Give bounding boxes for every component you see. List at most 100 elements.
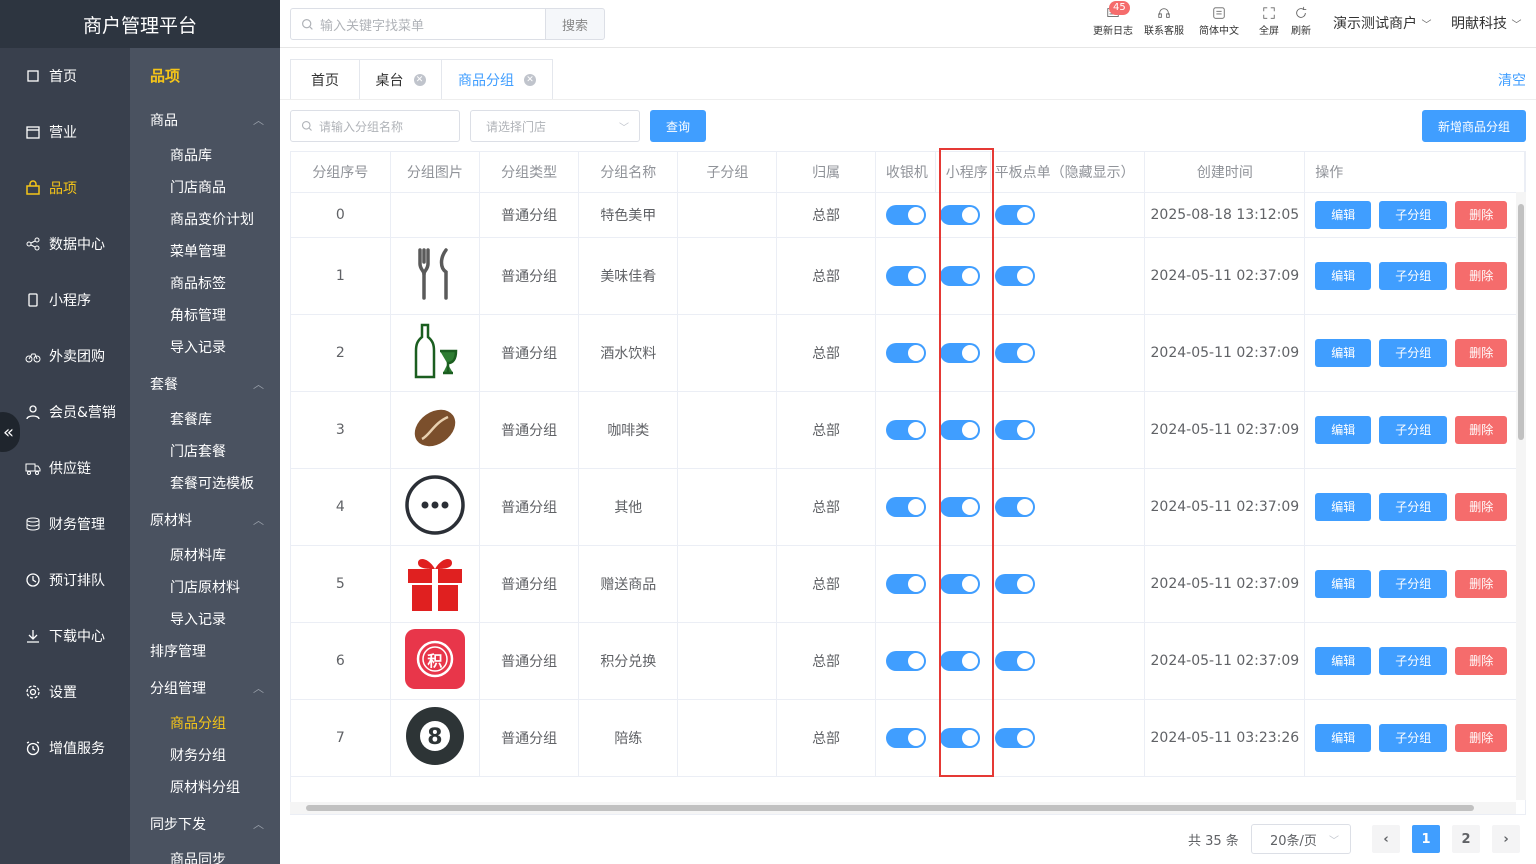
miniprogram-toggle[interactable] [940,573,981,594]
nav-item-10[interactable]: 下载中心 [0,608,130,664]
sub-link-2-0[interactable]: 原材料库 [170,545,226,565]
delete-button[interactable]: 删除 [1455,338,1508,367]
pos-toggle[interactable] [885,204,926,225]
sub-link-1-1[interactable]: 门店套餐 [170,441,226,461]
sub-link-0-1[interactable]: 门店商品 [170,177,226,197]
add-group-button[interactable]: 新增商品分组 [1422,110,1526,142]
tab-2[interactable]: 商品分组 ✕ [441,59,553,99]
delete-button[interactable]: 删除 [1455,569,1508,598]
next-page-button[interactable]: › [1492,825,1520,853]
edit-button[interactable]: 编辑 [1315,261,1372,290]
sub-group-0[interactable]: 商品 ︿ [150,110,270,130]
sub-link-4-2[interactable]: 原材料分组 [170,777,240,797]
miniprogram-toggle[interactable] [940,419,981,440]
sub-group-button[interactable]: 子分组 [1379,415,1448,444]
sub-link-1-2[interactable]: 套餐可选模板 [170,473,254,493]
sub-link-0-3[interactable]: 菜单管理 [170,241,226,261]
miniprogram-toggle[interactable] [940,265,981,286]
sub-link-1-0[interactable]: 套餐库 [170,409,212,429]
pos-toggle[interactable] [885,573,926,594]
group-name-input[interactable]: 请输入分组名称 [290,110,460,142]
page-button-1[interactable]: 1 [1412,825,1440,853]
sub-link-0-2[interactable]: 商品变价计划 [170,209,254,229]
pos-toggle[interactable] [885,727,926,748]
horizontal-scrollbar[interactable] [290,802,1516,814]
delete-button[interactable]: 删除 [1455,415,1508,444]
edit-button[interactable]: 编辑 [1315,646,1372,675]
page-size-select[interactable]: 20条/页 ﹀ [1251,824,1351,854]
tool-translate[interactable]: 简体中文 [1199,6,1239,37]
miniprogram-toggle[interactable] [940,727,981,748]
sub-group-4[interactable]: 分组管理 ︿ [150,678,270,698]
sub-link-5-0[interactable]: 商品同步 [170,849,226,864]
miniprogram-toggle[interactable] [940,496,981,517]
tablet-toggle[interactable] [995,573,1036,594]
sub-group-button[interactable]: 子分组 [1379,338,1448,367]
nav-item-7[interactable]: 供应链 [0,440,130,496]
tablet-toggle[interactable] [995,342,1036,363]
delete-button[interactable]: 删除 [1455,492,1508,521]
sub-group-3[interactable]: 排序管理 [150,641,270,661]
delete-button[interactable]: 删除 [1455,200,1508,229]
miniprogram-toggle[interactable] [940,650,981,671]
nav-item-12[interactable]: 增值服务 [0,720,130,776]
delete-button[interactable]: 删除 [1455,261,1508,290]
nav-item-3[interactable]: 数据中心 [0,216,130,272]
pos-toggle[interactable] [885,650,926,671]
nav-item-9[interactable]: 预订排队 [0,552,130,608]
sub-group-button[interactable]: 子分组 [1379,569,1448,598]
vertical-scrollbar[interactable] [1516,192,1526,800]
edit-button[interactable]: 编辑 [1315,200,1372,229]
pos-toggle[interactable] [885,419,926,440]
tablet-toggle[interactable] [995,419,1036,440]
tool-fullscreen[interactable]: 全屏 [1259,6,1279,37]
tab-1[interactable]: 桌台 ✕ [359,59,442,99]
edit-button[interactable]: 编辑 [1315,723,1372,752]
edit-button[interactable]: 编辑 [1315,492,1372,521]
sub-link-0-4[interactable]: 商品标签 [170,273,226,293]
store-select[interactable]: 请选择门店 ﹀ [470,110,640,142]
merchant-menu[interactable]: 演示测试商户 ﹀ [1333,13,1431,33]
nav-item-11[interactable]: 设置 [0,664,130,720]
tool-refresh[interactable]: 刷新 [1291,6,1311,37]
nav-item-5[interactable]: 外卖团购 [0,328,130,384]
tablet-toggle[interactable] [995,204,1036,225]
edit-button[interactable]: 编辑 [1315,415,1372,444]
sub-link-2-2[interactable]: 导入记录 [170,609,226,629]
sub-group-2[interactable]: 原材料 ︿ [150,510,270,530]
pos-toggle[interactable] [885,265,926,286]
sub-link-0-6[interactable]: 导入记录 [170,337,226,357]
clear-tabs-link[interactable]: 清空 [1498,70,1526,90]
tool-headset[interactable]: 联系客服 [1144,6,1184,37]
sub-group-button[interactable]: 子分组 [1379,723,1448,752]
delete-button[interactable]: 删除 [1455,723,1508,752]
delete-button[interactable]: 删除 [1455,646,1508,675]
edit-button[interactable]: 编辑 [1315,569,1372,598]
menu-search-button[interactable]: 搜索 [545,8,605,40]
miniprogram-toggle[interactable] [940,204,981,225]
nav-item-4[interactable]: 小程序 [0,272,130,328]
company-menu[interactable]: 明献科技 ﹀ [1451,13,1521,33]
sub-group-button[interactable]: 子分组 [1379,261,1448,290]
tablet-toggle[interactable] [995,496,1036,517]
close-icon[interactable]: ✕ [524,73,536,86]
nav-item-2[interactable]: 品项 [0,160,130,216]
sub-link-0-0[interactable]: 商品库 [170,145,212,165]
tablet-toggle[interactable] [995,265,1036,286]
sub-group-button[interactable]: 子分组 [1379,492,1448,521]
horizontal-scroll-thumb[interactable] [306,805,1474,811]
sub-link-0-5[interactable]: 角标管理 [170,305,226,325]
tab-0[interactable]: 首页 [290,59,360,99]
sub-link-4-0[interactable]: 商品分组 [170,713,226,733]
menu-search-input[interactable]: 输入关键字找菜单 [290,8,546,40]
pos-toggle[interactable] [885,342,926,363]
sub-link-4-1[interactable]: 财务分组 [170,745,226,765]
pos-toggle[interactable] [885,496,926,517]
sub-group-1[interactable]: 套餐 ︿ [150,374,270,394]
sub-link-2-1[interactable]: 门店原材料 [170,577,240,597]
tablet-toggle[interactable] [995,650,1036,671]
edit-button[interactable]: 编辑 [1315,338,1372,367]
tablet-toggle[interactable] [995,727,1036,748]
vertical-scroll-thumb[interactable] [1518,204,1524,440]
sub-group-button[interactable]: 子分组 [1379,646,1448,675]
